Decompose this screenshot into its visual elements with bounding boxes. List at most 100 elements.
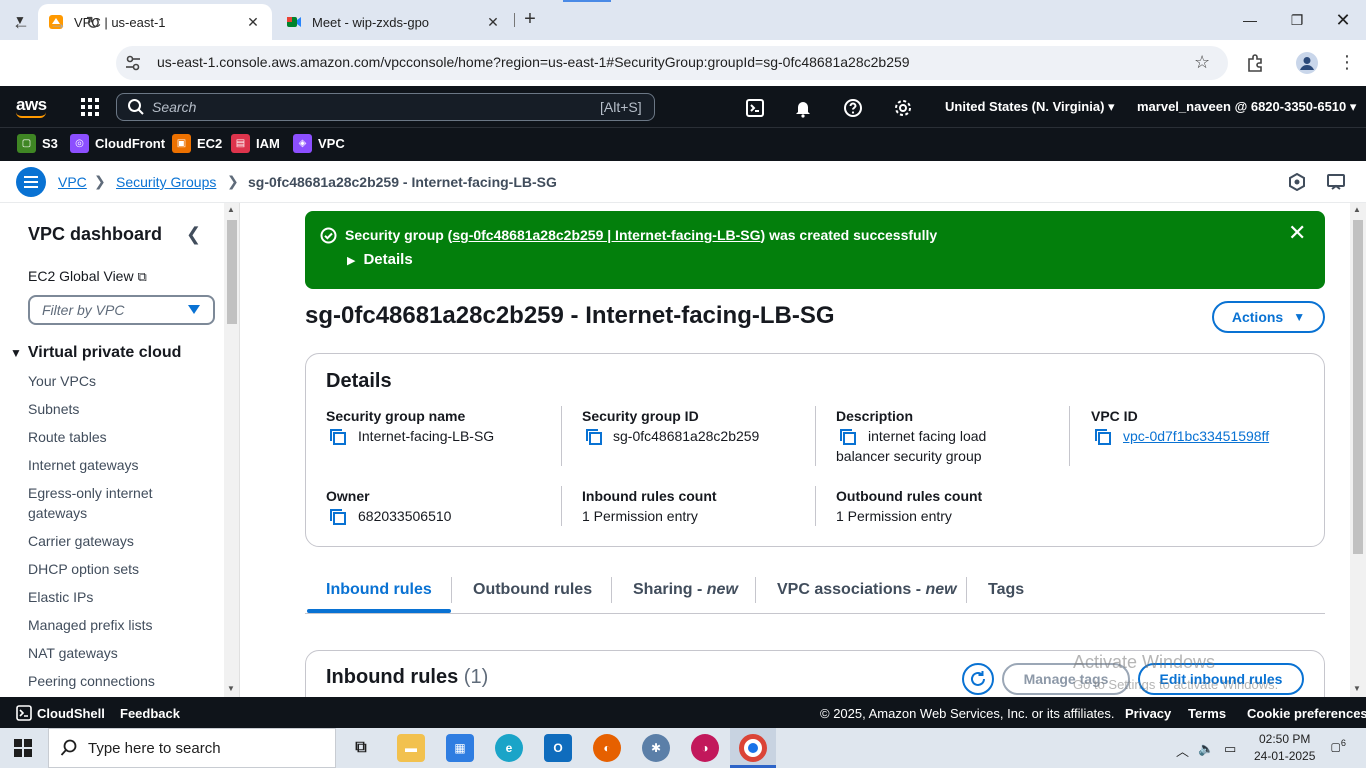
edge-icon[interactable]: e (495, 734, 523, 762)
info-panel-icon[interactable] (1288, 173, 1306, 191)
caret-down-icon: ▼ (10, 346, 22, 360)
outlook-icon[interactable]: O (544, 734, 572, 762)
cloudshell-icon[interactable] (745, 98, 765, 118)
copy-icon[interactable] (330, 429, 346, 445)
cookie-preferences-link[interactable]: Cookie preferences (1247, 706, 1366, 721)
app-icon[interactable]: ✱ (642, 734, 670, 762)
tab-inbound-rules[interactable]: Inbound rules (326, 581, 432, 599)
close-window-icon[interactable]: ✕ (1331, 8, 1355, 32)
close-tab-icon[interactable]: ✕ (244, 14, 262, 31)
forward-icon[interactable]: → (45, 10, 71, 36)
external-link-icon: ⧉ (137, 269, 147, 284)
sidebar-item-subnets[interactable]: Subnets (28, 399, 198, 419)
network-icon[interactable]: ▭ (1224, 741, 1236, 757)
file-explorer-icon[interactable]: ▬ (397, 734, 425, 762)
tab-vpc-associations[interactable]: VPC associations - new (777, 581, 957, 599)
tools-panel-icon[interactable] (1326, 172, 1346, 192)
flash-suffix: ) was created successfully (760, 227, 938, 243)
sidebar-scroll-thumb[interactable] (227, 220, 237, 324)
firefox-dev-icon[interactable]: ◑ (691, 734, 719, 762)
favorite-label: CloudFront (95, 136, 166, 151)
sidebar-item-egress-only[interactable]: Egress-only internet gateways (28, 483, 168, 523)
flash-sg-link[interactable]: sg-0fc48681a28c2b259 | Internet-facing-L… (452, 227, 760, 243)
tab-label: VPC associations - (777, 581, 926, 598)
aws-search-input[interactable] (116, 93, 655, 121)
notifications-bell-icon[interactable] (793, 98, 813, 118)
sidebar-item-elastic-ips[interactable]: Elastic IPs (28, 587, 198, 607)
windows-start-icon[interactable] (14, 739, 32, 757)
main-scroll-thumb[interactable] (1353, 220, 1363, 554)
favorite-vpc[interactable]: ◈ VPC (293, 134, 345, 153)
firefox-icon[interactable]: ◐ (593, 734, 621, 762)
notification-center-icon[interactable]: ▢6 (1324, 738, 1347, 758)
taskbar-clock[interactable]: 02:50 PM 24-01-2025 (1254, 731, 1315, 765)
favorite-iam[interactable]: ▤ IAM (231, 134, 280, 153)
breadcrumb-security-groups[interactable]: Security Groups (116, 174, 216, 190)
extensions-icon[interactable] (1245, 53, 1265, 73)
sidebar-item-carrier-gateways[interactable]: Carrier gateways (28, 531, 198, 551)
task-view-icon[interactable]: ⧉ (347, 734, 375, 762)
sidebar-item-route-tables[interactable]: Route tables (28, 427, 198, 447)
favorite-ec2[interactable]: ▣ EC2 (172, 134, 222, 153)
volume-muted-icon[interactable]: 🔈 (1198, 741, 1214, 757)
chrome-icon[interactable] (739, 734, 767, 762)
microsoft-store-icon[interactable]: ▦ (446, 734, 474, 762)
sidebar-item-prefix-lists[interactable]: Managed prefix lists (28, 615, 198, 635)
column-divider (815, 406, 816, 466)
scroll-down-icon[interactable]: ▼ (227, 684, 235, 693)
cloudshell-link[interactable]: CloudShell (37, 706, 105, 721)
sidebar-item-peering[interactable]: Peering connections (28, 671, 198, 691)
dismiss-flash-icon[interactable]: ✕ (1288, 222, 1306, 244)
account-menu[interactable]: marvel_naveen @ 6820-3350-6510 ▾ (1137, 99, 1356, 115)
bookmark-star-icon[interactable]: ☆ (1194, 52, 1210, 73)
copy-icon[interactable] (330, 509, 346, 525)
cloudshell-icon[interactable] (16, 705, 32, 721)
sidebar-item-internet-gateways[interactable]: Internet gateways (28, 455, 198, 475)
site-info-icon[interactable] (124, 54, 142, 72)
vpc-id-link[interactable]: vpc-0d7f1bc33451598ff (1123, 426, 1269, 446)
flash-details-toggle[interactable]: ▶ Details (347, 251, 413, 268)
tray-overflow-icon[interactable]: ︿ (1176, 741, 1189, 760)
region-selector[interactable]: United States (N. Virginia) ▾ (945, 99, 1115, 115)
browser-tab-meet[interactable]: Meet - wip-zxds-gpo ✕ (276, 4, 512, 40)
reload-icon[interactable]: ↻ (80, 10, 106, 36)
profile-avatar-icon[interactable] (1296, 52, 1318, 74)
tab-outbound-rules[interactable]: Outbound rules (473, 581, 592, 599)
ec2-global-view-link[interactable]: EC2 Global View ⧉ (28, 268, 147, 285)
close-tab-icon[interactable]: ✕ (484, 14, 502, 31)
back-icon[interactable]: ← (8, 10, 34, 36)
caret-right-icon: ▶ (347, 255, 356, 267)
restore-icon[interactable]: ❐ (1285, 8, 1309, 32)
favorite-cloudfront[interactable]: ◎ CloudFront (70, 134, 165, 153)
sidebar-section-vpc[interactable]: ▼ Virtual private cloud (10, 344, 181, 362)
sidebar-item-your-vpcs[interactable]: Your VPCs (28, 371, 198, 391)
scroll-up-icon[interactable]: ▲ (1353, 205, 1361, 214)
terms-link[interactable]: Terms (1188, 706, 1226, 721)
tab-tags[interactable]: Tags (988, 581, 1024, 599)
scroll-down-icon[interactable]: ▼ (1353, 684, 1361, 693)
browser-menu-icon[interactable]: ⋮ (1338, 52, 1356, 73)
minimize-icon[interactable]: — (1238, 8, 1262, 32)
side-nav-toggle-icon[interactable] (16, 167, 46, 197)
actions-button[interactable]: Actions ▼ (1212, 301, 1325, 333)
favorite-s3[interactable]: ▢ S3 (17, 134, 58, 153)
scroll-up-icon[interactable]: ▲ (227, 205, 235, 214)
copy-icon[interactable] (1095, 429, 1111, 445)
help-icon[interactable] (843, 98, 863, 118)
sidebar-item-dhcp[interactable]: DHCP option sets (28, 559, 198, 579)
settings-gear-icon[interactable] (893, 98, 913, 118)
sg-id-value: sg-0fc48681a28c2b259 (613, 428, 760, 444)
privacy-link[interactable]: Privacy (1125, 706, 1171, 721)
browser-tab-vpc[interactable]: VPC | us-east-1 ✕ (38, 4, 272, 40)
tab-sharing[interactable]: Sharing - new (633, 581, 738, 599)
breadcrumb-vpc[interactable]: VPC (58, 174, 87, 190)
new-tab-button[interactable]: + (519, 9, 541, 31)
collapse-sidebar-icon[interactable]: ❮ (186, 224, 201, 245)
services-menu-icon[interactable] (81, 98, 99, 116)
url-text[interactable]: us-east-1.console.aws.amazon.com/vpccons… (157, 54, 910, 70)
copy-icon[interactable] (586, 429, 602, 445)
feedback-link[interactable]: Feedback (120, 706, 180, 721)
sidebar-item-nat-gateways[interactable]: NAT gateways (28, 643, 198, 663)
refresh-button[interactable] (962, 663, 994, 695)
tab-divider (755, 577, 756, 603)
